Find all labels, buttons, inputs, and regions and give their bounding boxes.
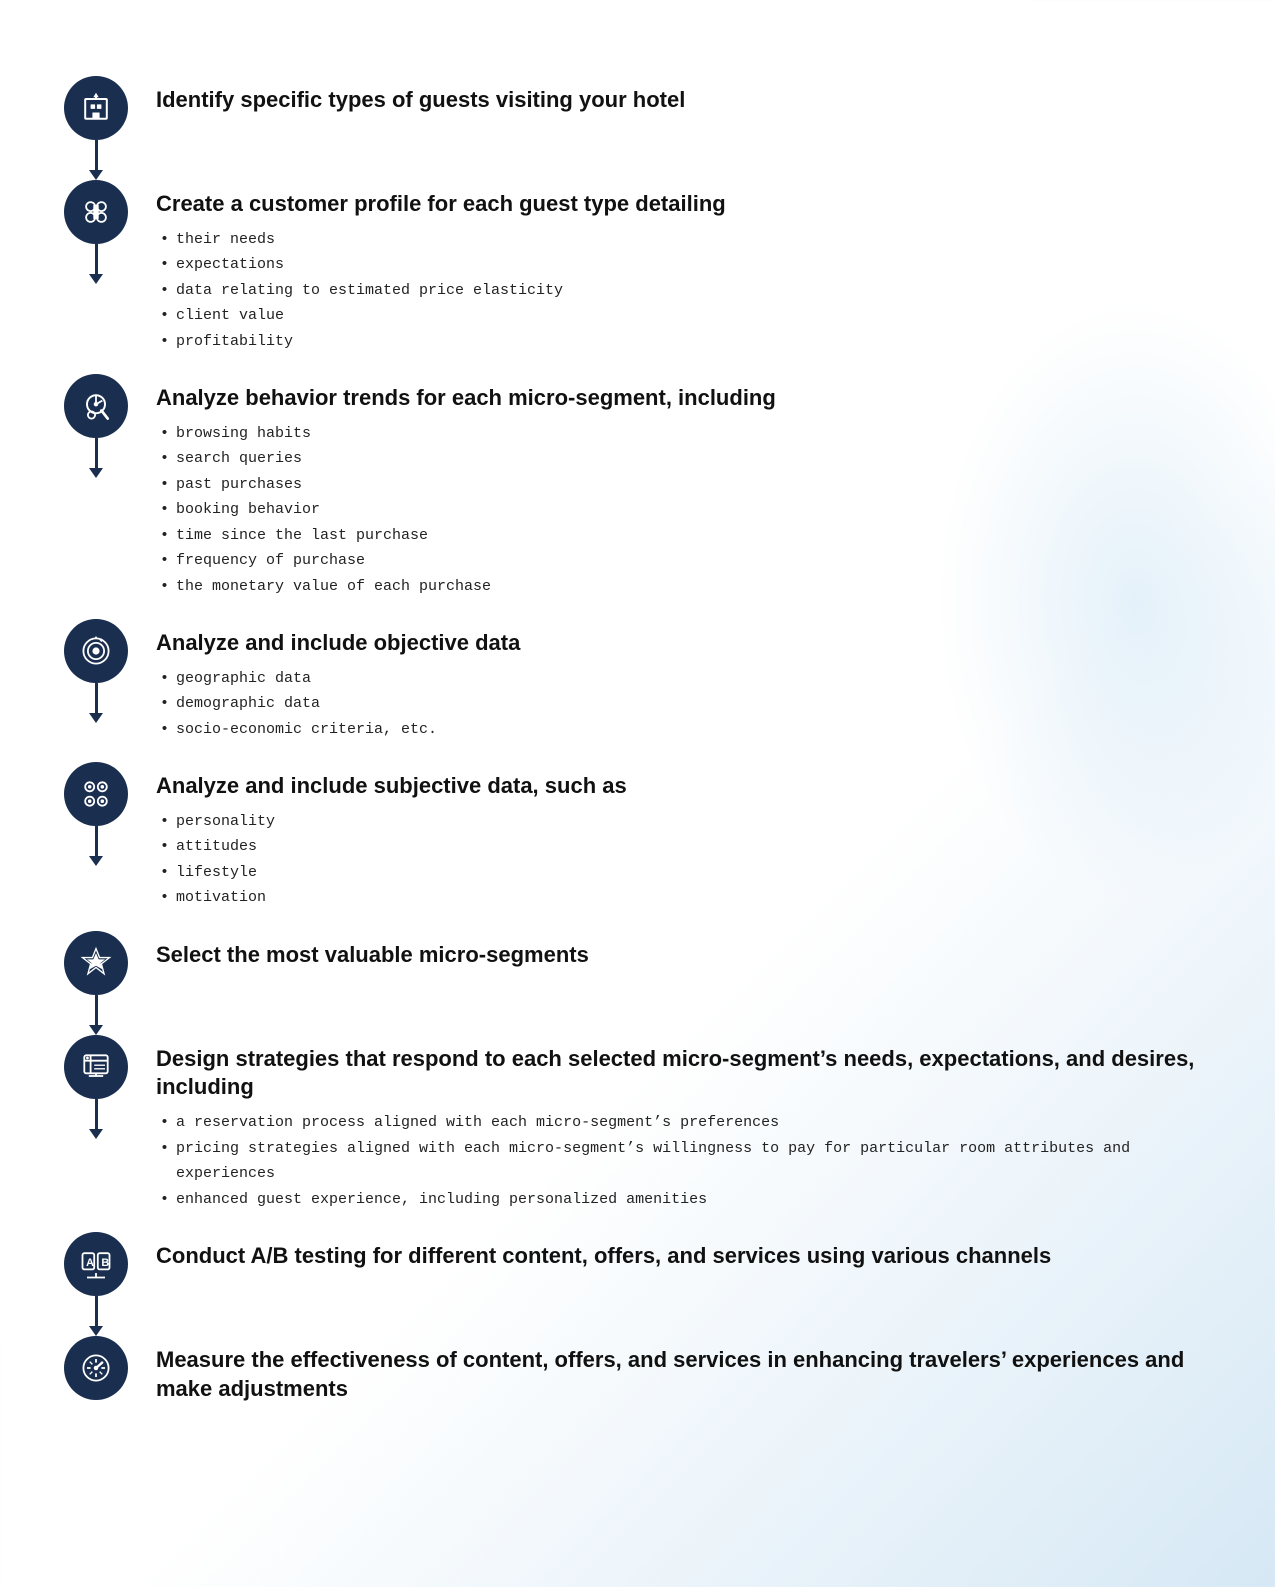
- step-step1: Identify specific types of guests visiti…: [60, 76, 1215, 180]
- list-item: pricing strategies aligned with each mic…: [156, 1136, 1215, 1187]
- step1-heading: Identify specific types of guests visiti…: [156, 86, 1215, 115]
- list-item: browsing habits: [156, 421, 1215, 447]
- list-item: expectations: [156, 252, 1215, 278]
- list-item: enhanced guest experience, including per…: [156, 1187, 1215, 1213]
- list-item: motivation: [156, 885, 1215, 911]
- steps-container: Identify specific types of guests visiti…: [60, 76, 1215, 1431]
- step1-icon: [64, 76, 128, 140]
- step-step7: Design strategies that respond to each s…: [60, 1035, 1215, 1232]
- svg-text:B: B: [101, 1257, 109, 1269]
- list-item: lifestyle: [156, 860, 1215, 886]
- list-item: data relating to estimated price elastic…: [156, 278, 1215, 304]
- step8-heading: Conduct A/B testing for different conten…: [156, 1242, 1215, 1271]
- list-item: attitudes: [156, 834, 1215, 860]
- step2-icon: [64, 180, 128, 244]
- step9-icon: [64, 1336, 128, 1400]
- list-item: personality: [156, 809, 1215, 835]
- step-step6: Select the most valuable micro-segments: [60, 931, 1215, 1035]
- step7-icon: [64, 1035, 128, 1099]
- step-step2: Create a customer profile for each guest…: [60, 180, 1215, 374]
- step5-icon: [64, 762, 128, 826]
- list-item: their needs: [156, 227, 1215, 253]
- step4-heading: Analyze and include objective data: [156, 629, 1215, 658]
- list-item: the monetary value of each purchase: [156, 574, 1215, 600]
- list-item: search queries: [156, 446, 1215, 472]
- step8-icon: A B: [64, 1232, 128, 1296]
- step3-icon: [64, 374, 128, 438]
- step3-heading: Analyze behavior trends for each micro-s…: [156, 384, 1215, 413]
- step6-heading: Select the most valuable micro-segments: [156, 941, 1215, 970]
- list-item: profitability: [156, 329, 1215, 355]
- step9-heading: Measure the effectiveness of content, of…: [156, 1346, 1215, 1403]
- list-item: demographic data: [156, 691, 1215, 717]
- step-step4: Analyze and include objective data geogra…: [60, 619, 1215, 762]
- step-step3: Analyze behavior trends for each micro-s…: [60, 374, 1215, 619]
- step-step5: Analyze and include subjective data, suc…: [60, 762, 1215, 931]
- list-item: booking behavior: [156, 497, 1215, 523]
- step6-icon: [64, 931, 128, 995]
- list-item: time since the last purchase: [156, 523, 1215, 549]
- list-item: frequency of purchase: [156, 548, 1215, 574]
- list-item: socio-economic criteria, etc.: [156, 717, 1215, 743]
- step5-heading: Analyze and include subjective data, suc…: [156, 772, 1215, 801]
- step2-heading: Create a customer profile for each guest…: [156, 190, 1215, 219]
- step7-heading: Design strategies that respond to each s…: [156, 1045, 1215, 1102]
- list-item: client value: [156, 303, 1215, 329]
- list-item: a reservation process aligned with each …: [156, 1110, 1215, 1136]
- list-item: geographic data: [156, 666, 1215, 692]
- svg-text:A: A: [86, 1257, 94, 1269]
- step-step9: Measure the effectiveness of content, of…: [60, 1336, 1215, 1431]
- step4-icon: [64, 619, 128, 683]
- list-item: past purchases: [156, 472, 1215, 498]
- step-step8: A B Conduct A/B testing for different co…: [60, 1232, 1215, 1336]
